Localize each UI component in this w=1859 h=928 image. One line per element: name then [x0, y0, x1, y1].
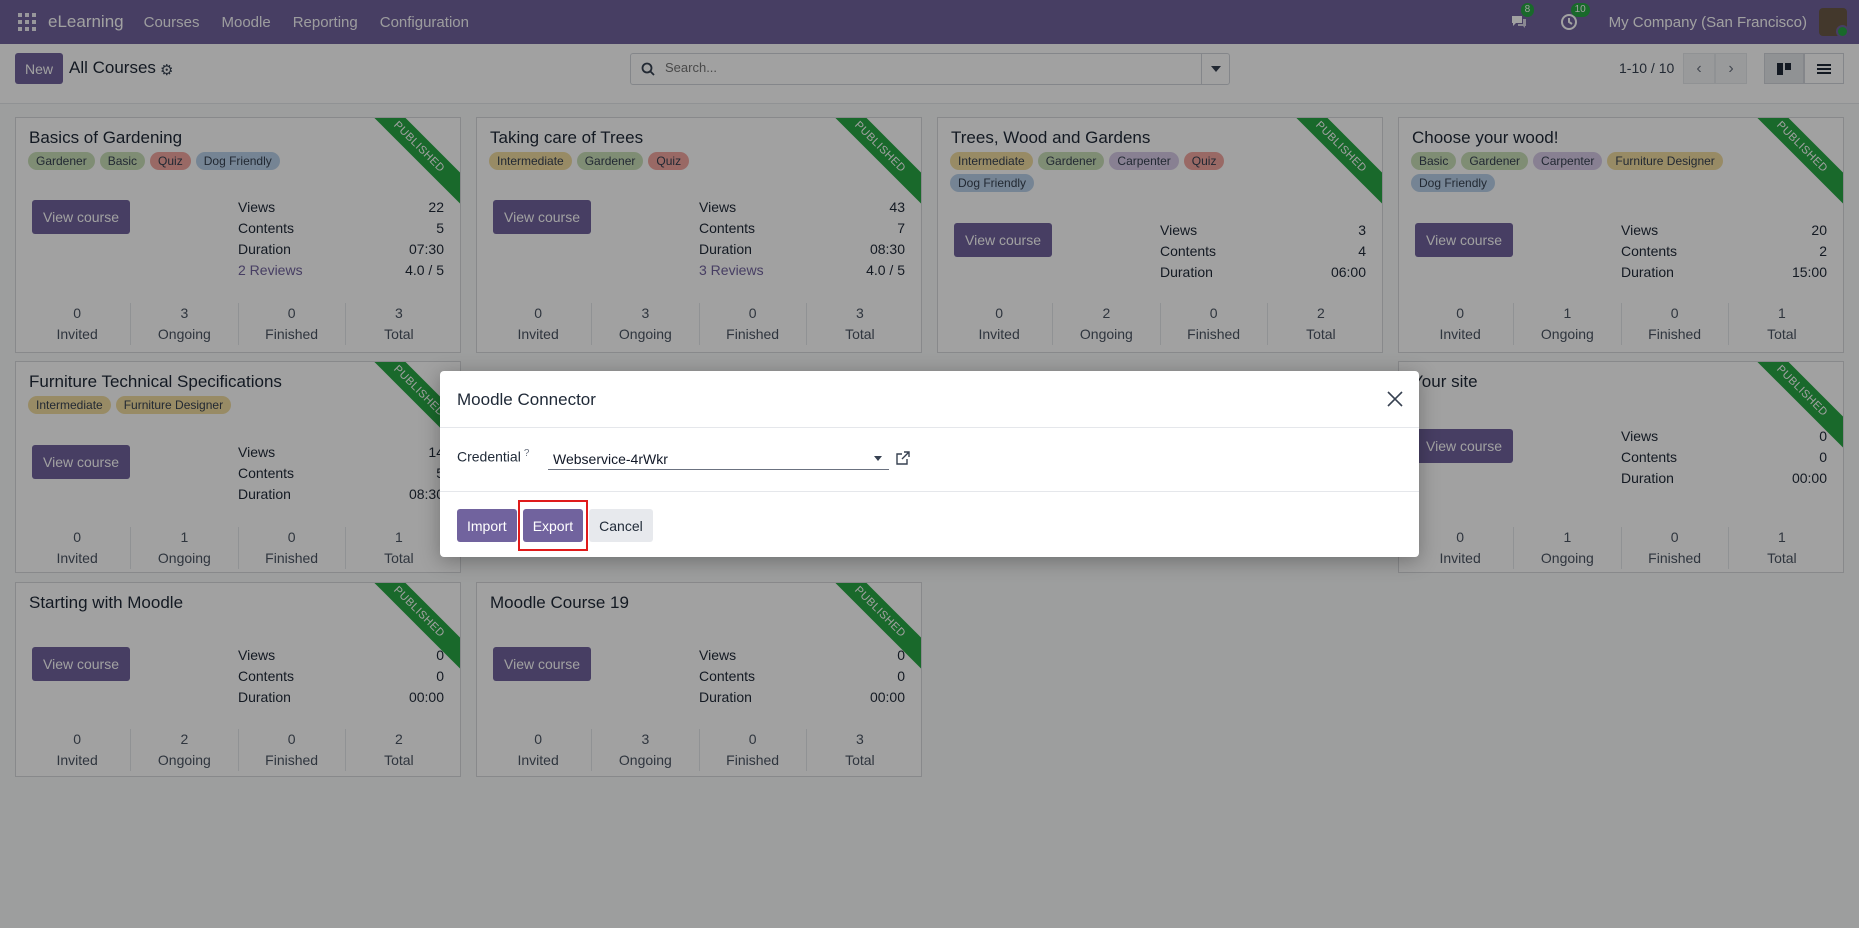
- dialog-title: Moodle Connector: [457, 390, 596, 409]
- credential-label-text: Credential: [457, 448, 521, 465]
- external-link-icon[interactable]: [895, 450, 911, 466]
- credential-field[interactable]: [548, 448, 889, 470]
- help-tooltip-icon[interactable]: ?: [524, 448, 530, 459]
- dialog-body: Credential?: [440, 428, 1419, 492]
- close-icon[interactable]: [1385, 389, 1405, 409]
- credential-label: Credential?: [457, 448, 529, 465]
- dropdown-caret-icon[interactable]: [874, 456, 882, 461]
- import-button[interactable]: Import: [457, 509, 517, 542]
- dialog-header: Moodle Connector: [440, 371, 1419, 428]
- export-highlight-box: [518, 500, 588, 551]
- cancel-button[interactable]: Cancel: [589, 509, 653, 542]
